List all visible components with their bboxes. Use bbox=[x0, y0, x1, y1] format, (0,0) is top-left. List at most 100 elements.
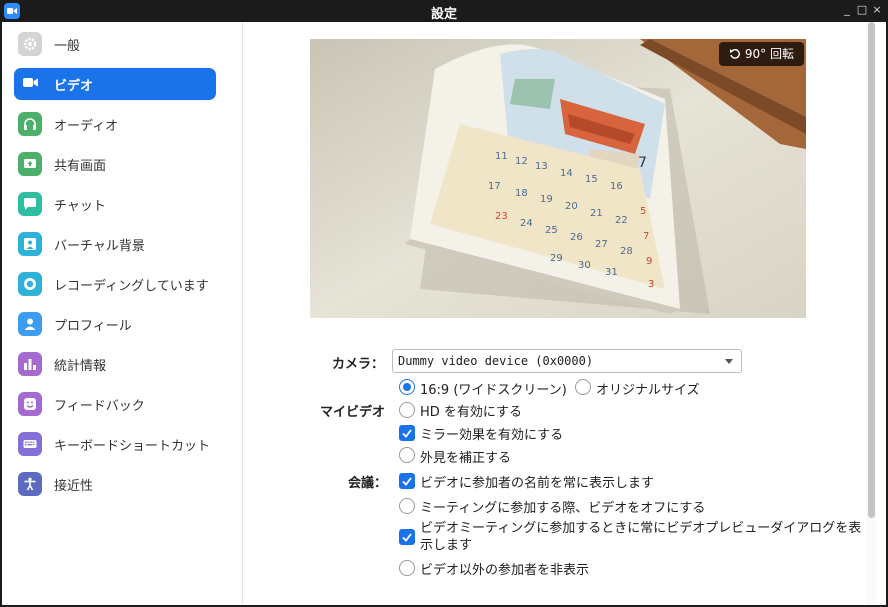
settings-window: 一般 ビデオ オーディオ 共有画面 チャット バーチャル背景 レコーディングして… bbox=[0, 22, 888, 607]
svg-text:23: 23 bbox=[495, 211, 508, 222]
video-settings-panel: 11 12 13 14 15 16 17 18 19 20 21 22 23 2… bbox=[244, 22, 876, 605]
sidebar-item-video[interactable]: ビデオ bbox=[14, 68, 216, 100]
svg-text:31: 31 bbox=[605, 267, 618, 278]
svg-text:5: 5 bbox=[640, 206, 646, 217]
sidebar-item-label: レコーディングしています bbox=[54, 279, 209, 294]
rotate-icon bbox=[729, 49, 740, 59]
mirror-label: ミラー効果を有効にする bbox=[420, 428, 564, 443]
svg-text:22: 22 bbox=[615, 215, 628, 226]
sidebar-item-chat[interactable]: チャット bbox=[14, 188, 216, 220]
window-title: 設定 bbox=[430, 7, 457, 22]
svg-text:3: 3 bbox=[648, 279, 654, 290]
sidebar-item-keyboard-shortcuts[interactable]: キーボードショートカット bbox=[14, 428, 216, 460]
share-screen-icon bbox=[18, 152, 42, 176]
accessibility-icon bbox=[18, 472, 42, 496]
chevron-down-icon bbox=[725, 359, 733, 364]
svg-text:20: 20 bbox=[565, 201, 578, 212]
sidebar-item-label: 統計情報 bbox=[54, 359, 107, 374]
aspect-original-label: オリジナルサイズ bbox=[596, 383, 700, 398]
sidebar-item-label: 共有画面 bbox=[54, 159, 107, 174]
sidebar-item-audio[interactable]: オーディオ bbox=[14, 108, 216, 140]
sidebar-item-share-screen[interactable]: 共有画面 bbox=[14, 148, 216, 180]
statistics-icon bbox=[18, 352, 42, 376]
sidebar-item-general[interactable]: 一般 bbox=[14, 28, 216, 60]
sidebar-item-label: ビデオ bbox=[54, 79, 94, 94]
profile-icon bbox=[18, 312, 42, 336]
svg-text:24: 24 bbox=[520, 218, 533, 229]
record-icon bbox=[18, 272, 42, 296]
rotate-90-button[interactable]: 90° 回転 bbox=[718, 42, 804, 66]
svg-text:16: 16 bbox=[610, 181, 623, 192]
sidebar-item-profile[interactable]: プロフィール bbox=[14, 308, 216, 340]
my-video-label: マイビデオ bbox=[320, 405, 386, 420]
camera-preview: 11 12 13 14 15 16 17 18 19 20 21 22 23 2… bbox=[310, 39, 806, 318]
sidebar-item-label: 接近性 bbox=[54, 479, 94, 494]
hide-non-video-label: ビデオ以外の参加者を非表示 bbox=[420, 563, 590, 578]
svg-text:28: 28 bbox=[620, 246, 633, 257]
sidebar-item-label: キーボードショートカット bbox=[54, 439, 211, 454]
aspect-original-radio[interactable] bbox=[575, 379, 591, 395]
svg-text:17: 17 bbox=[488, 181, 501, 192]
touch-up-checkbox[interactable] bbox=[399, 447, 415, 463]
touch-up-label: 外見を補正する bbox=[420, 451, 512, 466]
rotate-label: 90° 回転 bbox=[744, 47, 794, 61]
sidebar-item-virtual-background[interactable]: バーチャル背景 bbox=[14, 228, 216, 260]
camera-select[interactable]: Dummy video device (0x0000) bbox=[392, 349, 742, 373]
sidebar-item-feedback[interactable]: フィードバック bbox=[14, 388, 216, 420]
camera-preview-image: 11 12 13 14 15 16 17 18 19 20 21 22 23 2… bbox=[310, 39, 806, 318]
svg-text:12: 12 bbox=[515, 156, 528, 167]
keyboard-icon bbox=[18, 432, 42, 456]
svg-text:18: 18 bbox=[515, 188, 528, 199]
sidebar-item-label: プロフィール bbox=[54, 319, 132, 334]
svg-text:13: 13 bbox=[535, 161, 548, 172]
svg-text:21: 21 bbox=[590, 208, 603, 219]
turn-off-video-checkbox[interactable] bbox=[399, 498, 415, 514]
svg-text:14: 14 bbox=[560, 168, 573, 179]
sidebar-item-label: オーディオ bbox=[54, 119, 119, 134]
turn-off-video-label: ミーティングに参加する際、ビデオをオフにする bbox=[420, 501, 706, 516]
sidebar-item-label: バーチャル背景 bbox=[54, 239, 145, 254]
aspect-16-9-radio[interactable] bbox=[399, 379, 415, 395]
smiley-icon bbox=[18, 392, 42, 416]
sidebar-item-label: チャット bbox=[54, 199, 106, 214]
hd-checkbox[interactable] bbox=[399, 402, 415, 418]
sidebar-item-recording[interactable]: レコーディングしています bbox=[14, 268, 216, 300]
svg-text:19: 19 bbox=[540, 194, 553, 205]
svg-text:26: 26 bbox=[570, 232, 583, 243]
svg-text:27: 27 bbox=[595, 239, 608, 250]
headphones-icon bbox=[18, 112, 42, 136]
svg-text:30: 30 bbox=[578, 260, 591, 271]
video-camera-icon bbox=[18, 72, 42, 96]
svg-text:25: 25 bbox=[545, 225, 558, 236]
title-bar: 設定 _ □ × bbox=[0, 0, 888, 22]
sidebar-item-accessibility[interactable]: 接近性 bbox=[14, 468, 216, 500]
aspect-16-9-label: 16:9 (ワイドスクリーン) bbox=[420, 383, 567, 398]
sidebar-item-label: 一般 bbox=[54, 39, 81, 54]
maximize-button[interactable]: □ bbox=[855, 2, 869, 18]
sidebar-item-label: フィードバック bbox=[54, 399, 145, 414]
hide-non-video-checkbox[interactable] bbox=[399, 560, 415, 576]
camera-label: カメラ： bbox=[332, 357, 385, 372]
mirror-checkbox[interactable] bbox=[399, 425, 415, 441]
svg-text:15: 15 bbox=[585, 174, 598, 185]
svg-text:11: 11 bbox=[495, 151, 508, 162]
scrollbar-thumb[interactable] bbox=[868, 22, 875, 518]
gear-icon bbox=[18, 32, 42, 56]
hd-label: HD を有効にする bbox=[420, 405, 523, 420]
meeting-label: 会議： bbox=[348, 476, 388, 491]
preview-dialog-label: ビデオミーティングに参加するときに常にビデオプレビューダイアログを表示します bbox=[420, 521, 862, 553]
minimize-button[interactable]: _ bbox=[840, 2, 854, 18]
camera-select-value: Dummy video device (0x0000) bbox=[398, 354, 594, 368]
svg-text:9: 9 bbox=[646, 256, 652, 267]
sidebar-item-statistics[interactable]: 統計情報 bbox=[14, 348, 216, 380]
close-button[interactable]: × bbox=[870, 2, 884, 18]
show-names-checkbox[interactable] bbox=[399, 473, 415, 489]
scrollbar[interactable] bbox=[866, 22, 876, 605]
show-names-label: ビデオに参加者の名前を常に表示します bbox=[420, 476, 655, 491]
svg-text:7: 7 bbox=[643, 231, 649, 242]
chat-bubble-icon bbox=[18, 192, 42, 216]
svg-text:29: 29 bbox=[550, 253, 563, 264]
preview-dialog-checkbox[interactable] bbox=[399, 529, 415, 545]
person-background-icon bbox=[18, 232, 42, 256]
settings-sidebar: 一般 ビデオ オーディオ 共有画面 チャット バーチャル背景 レコーディングして… bbox=[2, 22, 243, 605]
